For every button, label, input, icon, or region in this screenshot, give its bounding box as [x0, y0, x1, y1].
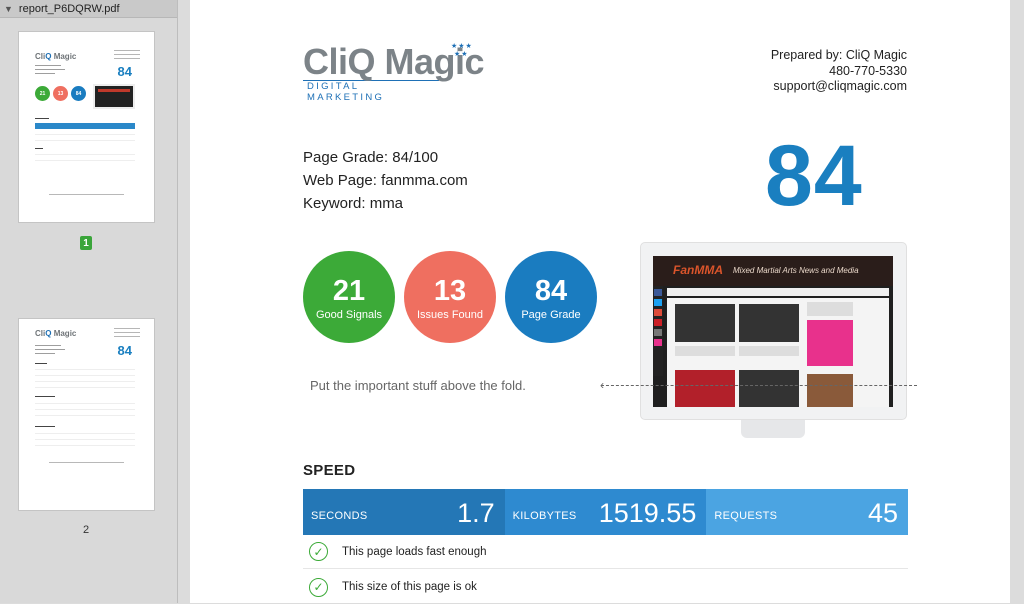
kilobytes-label: KILOBYTES: [512, 510, 577, 522]
page-grade-line: Page Grade: 84/100: [303, 149, 439, 166]
page-grade-label: Page Grade: [521, 309, 581, 321]
thumbnail-contact: [114, 50, 140, 62]
page-number-label-2: 2: [82, 524, 90, 536]
pdf-page: ★★★ ★★ CliQ Magic DIGITAL MARKETING Prep…: [190, 0, 1010, 603]
site-body: [667, 298, 889, 407]
page-grade-value: 84: [534, 275, 568, 307]
speed-metrics-bar: SECONDS 1.7 KILOBYTES 1519.55 REQUESTS 4…: [303, 489, 909, 535]
website-screenshot-monitor: FanMMA Mixed Martial Arts News and Media: [640, 242, 907, 420]
checkmark-icon: ✓: [309, 577, 328, 597]
kilobytes-value: 1519.55: [598, 498, 697, 528]
site-title: FanMMA: [673, 263, 723, 277]
fold-note: Put the important stuff above the fold.: [310, 378, 526, 393]
thumbnail-contact: [114, 328, 140, 340]
thumbnail-circle-good: 21: [35, 86, 50, 101]
report-info: Page Grade: 84/100 Web Page: fanmma.com …: [303, 146, 468, 215]
prepared-by: Prepared by: CliQ Magic: [770, 48, 907, 62]
requests-value: 45: [867, 498, 899, 528]
speed-section-title: SPEED: [303, 462, 356, 479]
fold-pointer-line: [601, 385, 917, 386]
thumbnail-speed-bar: [35, 123, 135, 129]
logo-wordmark: CliQ Magic: [303, 41, 485, 82]
thumbnail-screenshot: [93, 84, 135, 109]
good-signals-circle: 21 Good Signals: [303, 251, 395, 343]
window-margin: [1010, 0, 1024, 603]
thumbnail-logo: CliQ Magic: [35, 52, 77, 61]
issues-found-label: Issues Found: [416, 309, 484, 321]
page-number-badge-1: 1: [80, 236, 92, 250]
speed-check-row: ✓ This page loads fast enough: [303, 535, 908, 569]
web-page-line: Web Page: fanmma.com: [303, 172, 468, 189]
good-signals-value: 21: [332, 275, 366, 307]
contact-phone: 480-770-5330: [829, 63, 907, 78]
thumbnail-score: 84: [117, 64, 132, 79]
seconds-metric: SECONDS 1.7: [303, 489, 505, 535]
speed-check-row: ✓ This size of this page is ok: [303, 570, 908, 604]
check-text: This page loads fast enough: [342, 545, 487, 558]
keyword-line: Keyword: mma: [303, 195, 404, 212]
sidebar-header[interactable]: ▼ report_P6DQRW.pdf: [0, 0, 177, 18]
check-text: This size of this page is ok: [342, 581, 477, 593]
monitor-stand: [741, 420, 805, 438]
social-share-icons: [653, 286, 663, 376]
disclosure-triangle-icon[interactable]: ▼: [4, 4, 13, 14]
site-banner: FanMMA Mixed Martial Arts News and Media: [653, 256, 893, 286]
contact-email: support@cliqmagic.com: [773, 79, 907, 93]
thumbnail-circle-issues: 13: [53, 86, 68, 101]
requests-label: REQUESTS: [714, 510, 778, 522]
page-thumbnail-2[interactable]: CliQ Magic 84: [19, 319, 154, 510]
page-grade-circle: 84 Page Grade: [505, 251, 597, 343]
requests-metric: REQUESTS 45: [706, 489, 909, 535]
page-thumbnail-1[interactable]: CliQ Magic 84 21 13 84: [19, 32, 154, 222]
file-name: report_P6DQRW.pdf: [18, 2, 120, 15]
seconds-label: SECONDS: [311, 510, 368, 522]
checkmark-icon: ✓: [309, 542, 328, 561]
thumbnail-circle-grade: 84: [71, 86, 86, 101]
issues-found-value: 13: [433, 275, 467, 307]
good-signals-label: Good Signals: [315, 309, 383, 321]
logo-stars-icon: ★★★ ★★: [451, 43, 473, 58]
thumbnail-sidebar: ▼ report_P6DQRW.pdf CliQ Magic 84 21 13 …: [0, 0, 178, 603]
contact-block: Prepared by: CliQ Magic 480-770-5330 sup…: [771, 48, 907, 95]
issues-found-circle: 13 Issues Found: [404, 251, 496, 343]
seconds-value: 1.7: [457, 498, 495, 528]
thumbnail-logo: CliQ Magic: [35, 329, 77, 338]
logo-tagline: DIGITAL MARKETING: [303, 80, 439, 103]
site-tagline: Mixed Martial Arts News and Media: [733, 266, 859, 275]
site-nav: [667, 288, 889, 296]
thumbnail-score: 84: [117, 343, 132, 358]
big-score: 84: [765, 128, 863, 224]
cliq-magic-logo: ★★★ ★★ CliQ Magic DIGITAL MARKETING: [303, 41, 503, 103]
kilobytes-metric: KILOBYTES 1519.55: [504, 489, 707, 535]
